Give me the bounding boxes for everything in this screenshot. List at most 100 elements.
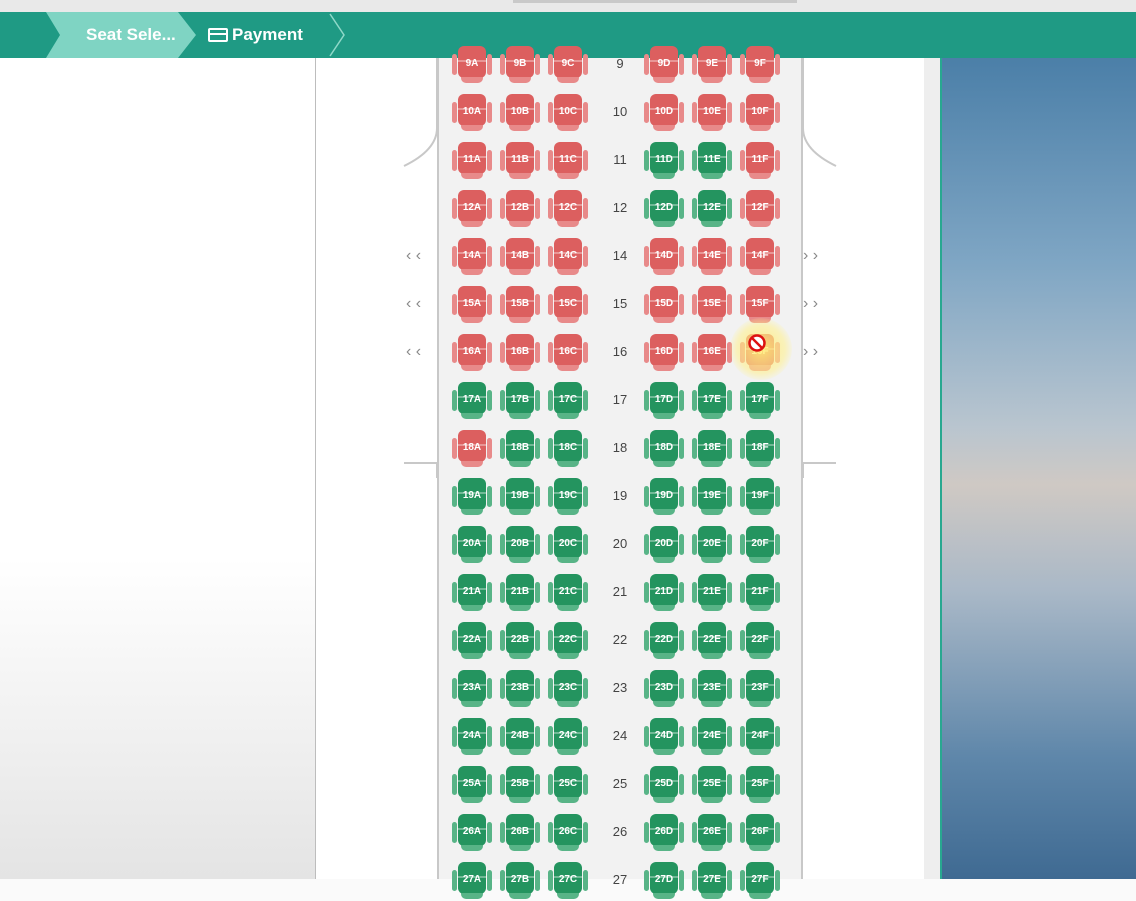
seat-21E[interactable]: 21E bbox=[692, 573, 732, 613]
seat-label: 9A bbox=[465, 58, 479, 69]
seat-shape bbox=[509, 653, 531, 659]
seat-label: 20E bbox=[703, 538, 721, 549]
seat-label: 11E bbox=[703, 154, 721, 165]
seat-shape bbox=[653, 797, 675, 803]
seat-19C[interactable]: 19C bbox=[548, 477, 588, 517]
seat-20B[interactable]: 20B bbox=[500, 525, 540, 565]
seat-27D[interactable]: 27D bbox=[644, 861, 684, 901]
page-scroll-indicator bbox=[513, 0, 797, 3]
seat-label: 24A bbox=[462, 730, 482, 741]
seat-21F[interactable]: 21F bbox=[740, 573, 780, 613]
seat-shape bbox=[701, 893, 723, 899]
seat-22D[interactable]: 22D bbox=[644, 621, 684, 661]
row-number: 21 bbox=[612, 584, 628, 599]
scrollbar-track[interactable] bbox=[924, 58, 940, 879]
seat-23E[interactable]: 23E bbox=[692, 669, 732, 709]
seat-label: 22A bbox=[462, 634, 482, 645]
seat-25D[interactable]: 25D bbox=[644, 765, 684, 805]
seat-label: 26B bbox=[510, 826, 530, 837]
seat-26D[interactable]: 26D bbox=[644, 813, 684, 853]
seat-label: 23B bbox=[510, 682, 530, 693]
seat-20E[interactable]: 20E bbox=[692, 525, 732, 565]
seat-label: 14B bbox=[510, 250, 530, 261]
seat-label: 16C bbox=[558, 346, 578, 357]
seat-22F[interactable]: 22F bbox=[740, 621, 780, 661]
seat-label: 25A bbox=[462, 778, 482, 789]
seat-label: 26D bbox=[654, 826, 674, 837]
seat-25B[interactable]: 25B bbox=[500, 765, 540, 805]
seat-24B[interactable]: 24B bbox=[500, 717, 540, 757]
seat-label: 22B bbox=[510, 634, 530, 645]
seat-shape bbox=[701, 797, 723, 803]
seat-shape bbox=[653, 509, 675, 515]
seat-20F[interactable]: 20F bbox=[740, 525, 780, 565]
seat-19A[interactable]: 19A bbox=[452, 477, 492, 517]
seat-24F[interactable]: 24F bbox=[740, 717, 780, 757]
seat-24C[interactable]: 24C bbox=[548, 717, 588, 757]
seat-21C[interactable]: 21C bbox=[548, 573, 588, 613]
seat-26A[interactable]: 26A bbox=[452, 813, 492, 853]
seat-label: 26F bbox=[751, 826, 769, 837]
not-allowed-cursor-icon bbox=[748, 334, 766, 352]
wing-outline bbox=[403, 58, 837, 478]
seat-shape bbox=[509, 797, 531, 803]
seat-shape bbox=[509, 845, 531, 851]
seat-label: 24C bbox=[558, 730, 578, 741]
seat-22C[interactable]: 22C bbox=[548, 621, 588, 661]
seat-26C[interactable]: 26C bbox=[548, 813, 588, 853]
seat-label: 23F bbox=[751, 682, 769, 693]
row-number: 20 bbox=[612, 536, 628, 551]
seat-27E[interactable]: 27E bbox=[692, 861, 732, 901]
seat-25C[interactable]: 25C bbox=[548, 765, 588, 805]
seat-23B[interactable]: 23B bbox=[500, 669, 540, 709]
seat-23F[interactable]: 23F bbox=[740, 669, 780, 709]
seat-19F[interactable]: 19F bbox=[740, 477, 780, 517]
step-payment[interactable]: Payment bbox=[196, 12, 346, 58]
seat-20C[interactable]: 20C bbox=[548, 525, 588, 565]
seat-24A[interactable]: 24A bbox=[452, 717, 492, 757]
seat-19E[interactable]: 19E bbox=[692, 477, 732, 517]
seat-label: 16B bbox=[510, 346, 530, 357]
seat-25A[interactable]: 25A bbox=[452, 765, 492, 805]
seat-label: 12E bbox=[703, 202, 721, 213]
seat-21A[interactable]: 21A bbox=[452, 573, 492, 613]
seat-shape bbox=[461, 605, 483, 611]
seat-label: 20B bbox=[510, 538, 530, 549]
seat-25F[interactable]: 25F bbox=[740, 765, 780, 805]
accent-border bbox=[940, 58, 942, 879]
seat-shape bbox=[749, 845, 771, 851]
seat-24E[interactable]: 24E bbox=[692, 717, 732, 757]
seat-27F[interactable]: 27F bbox=[740, 861, 780, 901]
seat-27C[interactable]: 27C bbox=[548, 861, 588, 901]
seat-21D[interactable]: 21D bbox=[644, 573, 684, 613]
seat-19D[interactable]: 19D bbox=[644, 477, 684, 517]
row-number: 22 bbox=[612, 632, 628, 647]
seat-26F[interactable]: 26F bbox=[740, 813, 780, 853]
seat-23D[interactable]: 23D bbox=[644, 669, 684, 709]
seat-20D[interactable]: 20D bbox=[644, 525, 684, 565]
seat-24D[interactable]: 24D bbox=[644, 717, 684, 757]
seat-27B[interactable]: 27B bbox=[500, 861, 540, 901]
seat-26E[interactable]: 26E bbox=[692, 813, 732, 853]
seat-23A[interactable]: 23A bbox=[452, 669, 492, 709]
seat-shape bbox=[701, 557, 723, 563]
seat-22A[interactable]: 22A bbox=[452, 621, 492, 661]
seat-23C[interactable]: 23C bbox=[548, 669, 588, 709]
seat-21B[interactable]: 21B bbox=[500, 573, 540, 613]
step-seat-selection[interactable]: Seat Sele... bbox=[46, 12, 196, 58]
seat-26B[interactable]: 26B bbox=[500, 813, 540, 853]
seat-label: 18B bbox=[510, 442, 530, 453]
seat-22E[interactable]: 22E bbox=[692, 621, 732, 661]
seat-20A[interactable]: 20A bbox=[452, 525, 492, 565]
seat-19B[interactable]: 19B bbox=[500, 477, 540, 517]
seat-label: 15A bbox=[462, 298, 482, 309]
seat-25E[interactable]: 25E bbox=[692, 765, 732, 805]
seat-label: 11A bbox=[463, 154, 481, 165]
seat-shape bbox=[509, 749, 531, 755]
seat-shape bbox=[557, 749, 579, 755]
seat-shape bbox=[701, 653, 723, 659]
seat-label: 11C bbox=[559, 154, 577, 165]
seat-27A[interactable]: 27A bbox=[452, 861, 492, 901]
row-number: 27 bbox=[612, 872, 628, 887]
seat-22B[interactable]: 22B bbox=[500, 621, 540, 661]
